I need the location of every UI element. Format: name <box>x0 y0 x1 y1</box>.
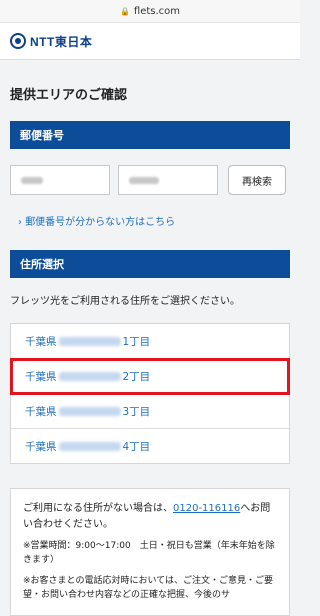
chevron-right-icon: › <box>18 217 22 228</box>
address-item-3[interactable]: 千葉県 3丁目 <box>11 394 289 429</box>
address-item-4[interactable]: 千葉県 4丁目 <box>11 429 289 463</box>
page-title: 提供エリアのご確認 <box>10 88 128 103</box>
address-suffix: 2丁目 <box>122 370 151 383</box>
postal-code-second-field[interactable] <box>118 165 218 195</box>
address-suffix: 1丁目 <box>122 335 151 348</box>
business-hours-note: ※営業時間：9:00〜17:00 土日・祝日も営業（年末年始を除きます） <box>23 541 275 566</box>
postal-help-link-label: 郵便番号が分からない方はこちら <box>25 217 176 228</box>
phone-link[interactable]: 0120-116116 <box>173 503 240 514</box>
site-header: NTT東日本 <box>0 23 300 60</box>
contact-notice: ご利用になる住所がない場合は、0120-116116へお問い合わせください。 ※… <box>10 488 290 616</box>
address-section-header: 住所選択 <box>10 250 290 278</box>
notice-main-text: ご利用になる住所がない場合は、0120-116116へお問い合わせください。 <box>23 501 277 533</box>
browser-url-bar[interactable]: 🔒 flets.com <box>0 0 300 23</box>
address-item-2[interactable]: 千葉県 2丁目 <box>10 358 290 395</box>
address-prefix: 千葉県 <box>25 405 57 418</box>
lock-icon: 🔒 <box>119 6 130 16</box>
address-item-1[interactable]: 千葉県 1丁目 <box>11 324 289 359</box>
url-text: flets.com <box>133 5 181 17</box>
postal-code-row: 再検索 <box>0 149 300 205</box>
address-suffix: 3丁目 <box>122 405 151 418</box>
address-prefix: 千葉県 <box>25 370 57 383</box>
address-prefix: 千葉県 <box>25 335 57 348</box>
address-prefix: 千葉県 <box>25 440 57 453</box>
address-select-intro: フレッツ光をご利用される住所をご選択ください。 <box>10 296 240 307</box>
address-list: 千葉県 1丁目 千葉県 2丁目 千葉県 3丁目 千葉県 4丁目 <box>10 323 290 464</box>
research-button[interactable]: 再検索 <box>228 165 286 195</box>
call-recording-note: ※お客さまとの電話応対時においては、ご注文・ご意見・ご要望・お問い合わせ内容など… <box>23 575 274 601</box>
postal-help-link[interactable]: › 郵便番号が分からない方はこちら <box>0 205 300 228</box>
address-suffix: 4丁目 <box>122 440 151 453</box>
postal-section-header: 郵便番号 <box>10 121 290 149</box>
site-logo-text[interactable]: NTT東日本 <box>30 33 92 50</box>
notice-text-before: ご利用になる住所がない場合は、 <box>23 503 173 514</box>
ntt-logo-icon <box>10 33 26 49</box>
postal-code-first-field[interactable] <box>10 165 110 195</box>
